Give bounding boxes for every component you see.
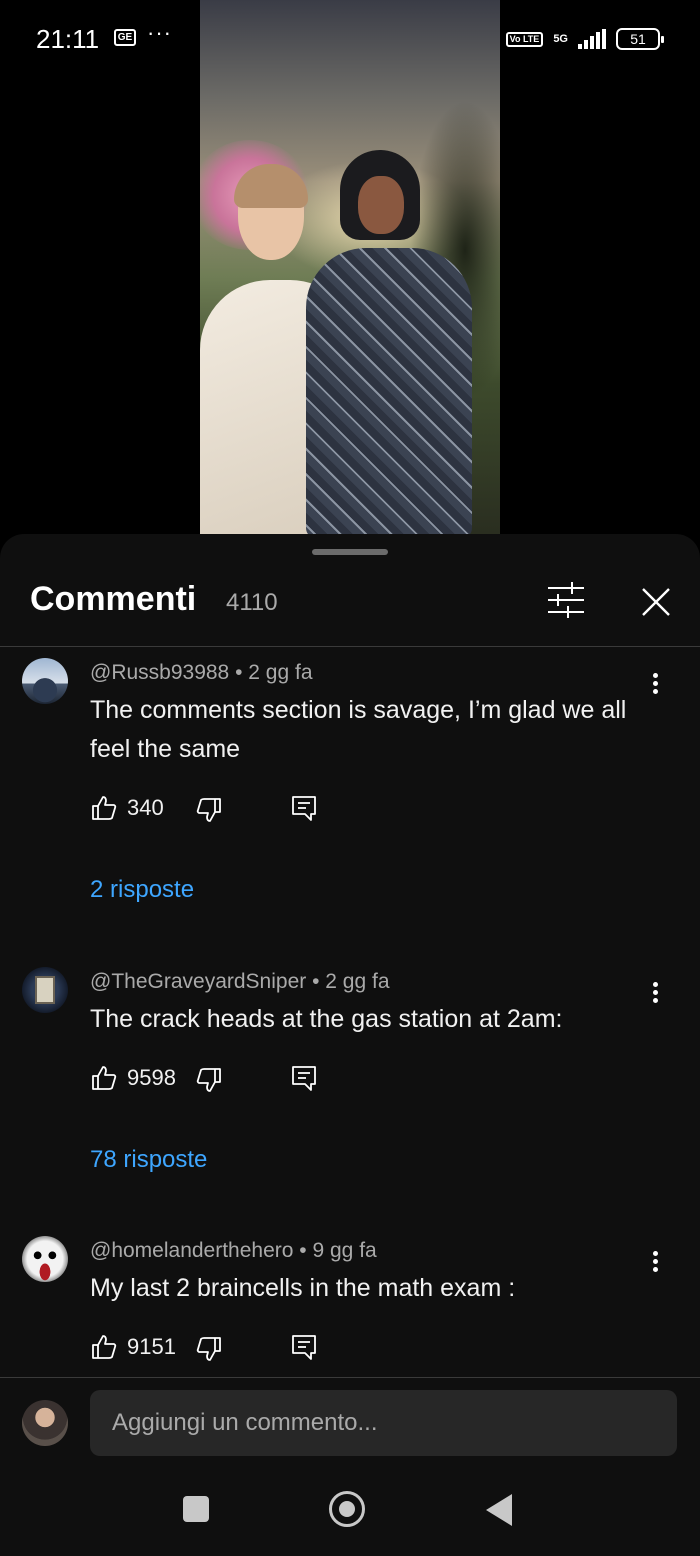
header-divider bbox=[0, 646, 700, 647]
volte-icon: Vo LTE bbox=[505, 31, 544, 47]
comment-item: @Russb93988 • 2 gg fa The comments secti… bbox=[0, 658, 700, 948]
comment-actions: 9598 bbox=[90, 1062, 350, 1098]
comment-item: @homelanderthehero • 9 gg fa My last 2 b… bbox=[0, 1236, 700, 1376]
comment-input-bar bbox=[0, 1378, 700, 1468]
view-replies-link[interactable]: 78 risposte bbox=[90, 1146, 207, 1174]
avatar[interactable] bbox=[22, 658, 68, 704]
close-icon[interactable] bbox=[636, 582, 676, 622]
video-person-right-face bbox=[358, 176, 404, 234]
thumbs-up-icon[interactable] bbox=[90, 1333, 118, 1361]
comment-actions: 9151 bbox=[90, 1331, 350, 1367]
comment-author[interactable]: @homelanderthehero bbox=[90, 1239, 293, 1262]
comment-text: The comments section is savage, I’m glad… bbox=[90, 696, 627, 763]
view-replies-link[interactable]: 2 risposte bbox=[90, 876, 194, 904]
comments-count: 4110 bbox=[226, 589, 278, 616]
home-icon[interactable] bbox=[329, 1491, 365, 1527]
comment-meta: @homelanderthehero • 9 gg fa bbox=[90, 1239, 377, 1262]
reply-icon[interactable] bbox=[290, 1333, 318, 1361]
system-nav-bar bbox=[0, 1468, 700, 1556]
thumbs-down-icon[interactable] bbox=[195, 1066, 223, 1094]
avatar[interactable] bbox=[22, 1236, 68, 1282]
comment-meta: @TheGraveyardSniper • 2 gg fa bbox=[90, 970, 390, 993]
more-notifications-icon: ··· bbox=[147, 20, 172, 45]
comment-author[interactable]: @TheGraveyardSniper bbox=[90, 970, 306, 993]
drag-handle[interactable] bbox=[312, 549, 388, 555]
thumbs-down-icon[interactable] bbox=[195, 796, 223, 824]
comment-age: 2 gg fa bbox=[325, 970, 390, 993]
like-count: 9151 bbox=[127, 1334, 176, 1359]
like-count: 9598 bbox=[127, 1065, 176, 1090]
comment-item: @TheGraveyardSniper • 2 gg fa The crack … bbox=[0, 967, 700, 1217]
reply-icon[interactable] bbox=[290, 1064, 318, 1092]
avatar[interactable] bbox=[22, 967, 68, 1013]
thumbs-up-icon[interactable] bbox=[90, 1064, 118, 1092]
reply-icon[interactable] bbox=[290, 794, 318, 822]
comment-input[interactable] bbox=[90, 1390, 677, 1456]
signal-bars-icon bbox=[578, 29, 606, 49]
comment-text: The crack heads at the gas station at 2a… bbox=[90, 1005, 563, 1033]
like-count: 340 bbox=[127, 795, 164, 820]
back-icon[interactable] bbox=[486, 1494, 512, 1526]
carrier-badge-icon: GE bbox=[114, 29, 136, 46]
comment-author[interactable]: @Russb93988 bbox=[90, 661, 229, 684]
comment-age: 2 gg fa bbox=[248, 661, 313, 684]
recent-apps-icon[interactable] bbox=[183, 1496, 209, 1522]
video-person-right bbox=[306, 248, 472, 534]
comment-age: 9 gg fa bbox=[312, 1239, 377, 1262]
comment-meta: @Russb93988 • 2 gg fa bbox=[90, 661, 313, 684]
video-player[interactable] bbox=[200, 0, 500, 534]
comment-text: My last 2 braincells in the math exam : bbox=[90, 1274, 516, 1302]
sliders-icon[interactable] bbox=[544, 580, 588, 620]
network-type-icon: 5G bbox=[553, 32, 568, 45]
status-time: 21:11 bbox=[36, 24, 100, 54]
comments-title: Commenti bbox=[30, 580, 197, 618]
user-avatar bbox=[22, 1400, 68, 1446]
thumbs-down-icon[interactable] bbox=[195, 1335, 223, 1363]
thumbs-up-icon[interactable] bbox=[90, 794, 118, 822]
battery-icon: 51 bbox=[616, 28, 664, 50]
comment-actions: 340 bbox=[90, 792, 350, 828]
